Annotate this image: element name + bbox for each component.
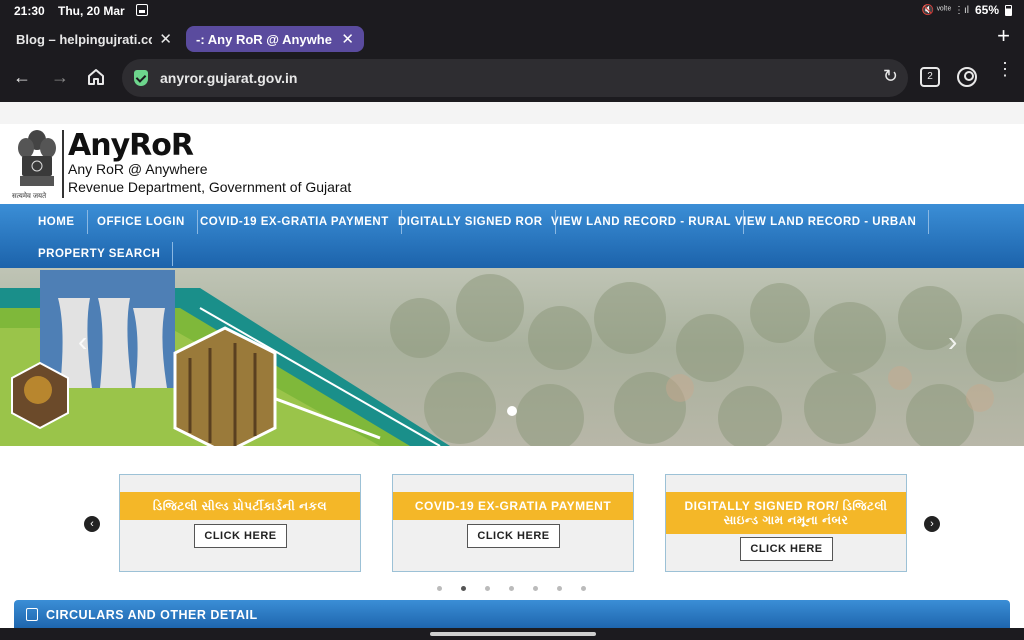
emblem-caption: सत्यमेव जयते	[12, 193, 47, 200]
carousel-dot[interactable]	[581, 586, 586, 591]
click-here-button[interactable]: CLICK HERE	[467, 524, 560, 548]
carousel-dot[interactable]	[485, 586, 490, 591]
main-nav: HOME OFFICE LOGIN COVID-19 EX-GRATIA PAY…	[0, 204, 1024, 268]
banner-graphic	[0, 270, 450, 446]
nav-office-login[interactable]: OFFICE LOGIN	[85, 210, 198, 234]
reload-icon[interactable]: ↻	[883, 66, 898, 87]
slider-indicator[interactable]	[507, 406, 517, 416]
battery-percent: 65%	[974, 3, 999, 17]
click-here-button[interactable]: CLICK HERE	[740, 537, 833, 561]
tab-strip: Blog – helpingujrati.com ✕ -: Any RoR @ …	[0, 22, 1024, 56]
carousel-dot[interactable]	[509, 586, 514, 591]
nav-covid-payment[interactable]: COVID-19 EX-GRATIA PAYMENT	[188, 210, 402, 234]
circulars-panel-header[interactable]: CIRCULARS AND OTHER DETAIL	[14, 600, 1010, 628]
carousel-dot[interactable]	[557, 586, 562, 591]
tab-switcher-icon[interactable]: 2	[920, 67, 940, 87]
page-viewport: सत्यमेव जयते AnyRoR Any RoR @ Anywhere R…	[0, 102, 1024, 628]
secure-shield-icon[interactable]	[134, 70, 148, 86]
back-icon[interactable]: ←	[9, 64, 35, 90]
home-icon[interactable]	[86, 67, 106, 87]
card-title: COVID-19 EX-GRATIA PAYMENT	[393, 492, 633, 520]
signal-icons: 🔇 ᵛᵒˡᵗᵉ ⋮ıl	[921, 4, 969, 16]
nav-land-record-urban[interactable]: VIEW LAND RECORD - URBAN	[723, 210, 930, 234]
tab-anyror[interactable]: -: Any RoR @ Anywhere :- ✕	[186, 26, 364, 52]
site-title[interactable]: AnyRoR	[68, 128, 194, 163]
slider-next-icon[interactable]: ›	[948, 326, 957, 358]
circulars-label: CIRCULARS AND OTHER DETAIL	[46, 608, 258, 622]
menu-icon[interactable]: ⋮	[996, 60, 1014, 78]
address-bar[interactable]: anyror.gujarat.gov.in ↻	[122, 59, 908, 97]
tab-blog[interactable]: Blog – helpingujrati.com ✕	[2, 26, 182, 52]
card-signed-ror: DIGITALLY SIGNED ROR/ ડિજિટલી સાઇન્ડ ગામ…	[665, 474, 907, 572]
status-time: 21:30	[14, 4, 45, 18]
system-status-bar: 21:30 Thu, 20 Mar 🔇 ᵛᵒˡᵗᵉ ⋮ıl 65%	[0, 0, 1024, 22]
site-subtitle: Any RoR @ Anywhere	[68, 161, 208, 177]
tab-title: Blog – helpingujrati.com	[16, 31, 152, 47]
close-tab-icon[interactable]: ✕	[341, 30, 354, 48]
carousel-next-icon[interactable]: ›	[924, 516, 940, 532]
close-tab-icon[interactable]: ✕	[159, 30, 172, 48]
ashoka-emblem-icon	[18, 130, 56, 186]
top-strip	[0, 102, 1024, 124]
card-title: DIGITALLY SIGNED ROR/ ડિજિટલી સાઇન્ડ ગામ…	[666, 492, 906, 534]
card-covid-payment: COVID-19 EX-GRATIA PAYMENT CLICK HERE	[392, 474, 634, 572]
tab-title: -: Any RoR @ Anywhere :-	[196, 31, 332, 47]
documents-icon	[26, 608, 38, 621]
forward-icon[interactable]: →	[47, 64, 73, 90]
status-indicators: 🔇 ᵛᵒˡᵗᵉ ⋮ıl 65%	[921, 3, 1012, 17]
hero-slider: ‹ ›	[0, 268, 1024, 446]
nav-land-record-rural[interactable]: VIEW LAND RECORD - RURAL	[539, 210, 745, 234]
carousel-dot[interactable]	[437, 586, 442, 591]
gesture-bar	[0, 628, 1024, 640]
account-icon[interactable]	[957, 67, 977, 87]
status-date: Thu, 20 Mar	[58, 4, 125, 18]
battery-icon	[1005, 4, 1012, 16]
logo-divider	[62, 130, 64, 198]
carousel-dot[interactable]	[461, 586, 466, 591]
slider-prev-icon[interactable]: ‹	[78, 326, 87, 358]
browser-toolbar: ← → anyror.gujarat.gov.in ↻ 2 ⋮	[0, 56, 1024, 100]
site-department: Revenue Department, Government of Gujara…	[68, 179, 352, 195]
nav-digitally-signed-ror[interactable]: DIGITALLY SIGNED ROR	[386, 210, 556, 234]
click-here-button[interactable]: CLICK HERE	[194, 524, 287, 548]
card-property-card: ડિજિટલી સીલ્ડ પ્રોપર્ટીકાર્ડની નકલ CLICK…	[119, 474, 361, 572]
card-title: ડિજિટલી સીલ્ડ પ્રોપર્ટીકાર્ડની નકલ	[120, 492, 360, 520]
carousel-dot[interactable]	[533, 586, 538, 591]
nav-property-search[interactable]: PROPERTY SEARCH	[26, 242, 174, 266]
forest-background	[390, 274, 1024, 446]
home-gesture-pill[interactable]	[430, 632, 596, 636]
nav-home[interactable]: HOME	[26, 210, 88, 234]
gallery-notification-icon	[136, 4, 148, 16]
carousel-prev-icon[interactable]: ‹	[84, 516, 100, 532]
new-tab-icon[interactable]: +	[997, 23, 1010, 49]
url-text[interactable]: anyror.gujarat.gov.in	[160, 70, 297, 86]
